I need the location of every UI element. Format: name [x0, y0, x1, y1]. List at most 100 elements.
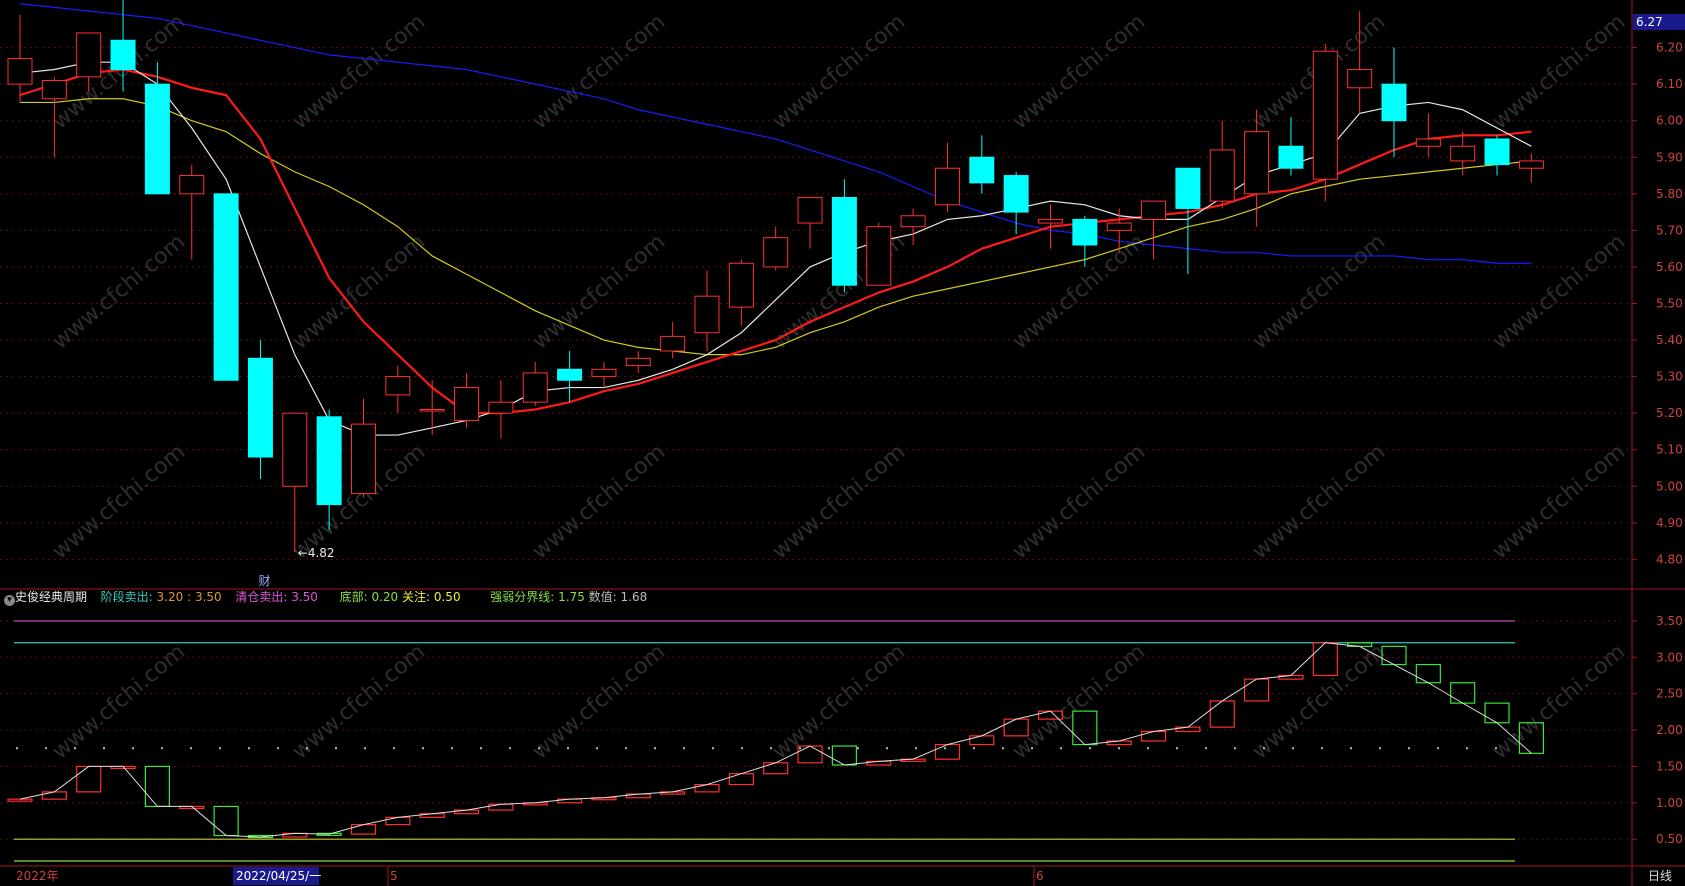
watermark-text: www.cfchi.com — [1008, 439, 1150, 564]
indicator-box-up — [1312, 642, 1338, 677]
indicator-box-up — [350, 824, 377, 835]
watermark-text: www.cfchi.com — [1008, 9, 1150, 134]
candle-body-up — [419, 408, 445, 412]
divider-dot — [422, 747, 424, 750]
divider-dot — [1466, 747, 1468, 750]
divider-dot — [509, 747, 511, 750]
candle-body-down — [1381, 83, 1407, 122]
divider-dot — [683, 747, 685, 750]
divider-dot — [712, 747, 714, 750]
watermark-text: www.cfchi.com — [48, 229, 190, 354]
watch-value: 0.50 — [433, 590, 461, 604]
watermark-text: www.cfchi.com — [1488, 229, 1630, 354]
price-tick-label: 5.40 — [1656, 333, 1683, 347]
watermark-text: www.cfchi.com — [1488, 9, 1630, 134]
indicator-box-down — [1450, 682, 1476, 704]
candle-body-up — [1312, 50, 1338, 180]
candle-body-up — [282, 412, 308, 487]
indicator-box-down — [213, 805, 239, 837]
price-tick-label: 5.70 — [1656, 223, 1683, 237]
divider-dot — [248, 747, 250, 750]
candle-body-up — [934, 167, 960, 206]
divider-dot — [1176, 747, 1178, 750]
candle-body-up — [454, 387, 480, 421]
period-label[interactable]: 日线 — [1648, 869, 1672, 883]
indicator-box-up — [7, 798, 33, 802]
divider-dot — [480, 747, 482, 750]
divider-dot — [451, 747, 453, 750]
price-tick-label: 5.50 — [1656, 296, 1683, 310]
divider-dot — [857, 747, 859, 750]
ma-blue-line — [19, 3, 1532, 264]
time-label-may: 5 — [390, 869, 398, 883]
indicator-menu-icon[interactable]: ▾ — [4, 595, 15, 606]
divider-dot — [1495, 747, 1497, 750]
indicator-box-down — [144, 765, 170, 808]
indicator-box-up — [1209, 700, 1235, 728]
price-tick-label: 6.10 — [1656, 77, 1683, 91]
watch-label: 关注: — [401, 590, 431, 604]
indicator-box-down — [1484, 702, 1510, 724]
divider-dot — [335, 747, 337, 750]
candle-body-up — [385, 376, 411, 396]
indicator-box-up — [934, 743, 961, 760]
divider-dot — [277, 747, 279, 750]
candle-body-up — [522, 372, 548, 403]
watermark-text: www.cfchi.com — [1248, 229, 1390, 354]
divider-dot — [1089, 747, 1091, 750]
divider-dot — [190, 747, 192, 750]
price-tick-label: 5.10 — [1656, 443, 1683, 457]
indicator-tick-label: 3.50 — [1656, 614, 1683, 628]
divider-dot — [625, 747, 627, 750]
time-axis: 2022年 2022/04/25/一 5 6 日线 — [16, 866, 1672, 886]
candle-body-down — [213, 193, 239, 381]
candle-body-up — [1450, 145, 1476, 162]
current-price-value: 6.27 — [1636, 15, 1663, 29]
indicator-tick-label: 2.50 — [1656, 687, 1683, 701]
candle-body-up — [1244, 131, 1270, 195]
divider-dot — [1321, 747, 1323, 750]
indicator-box-down — [831, 745, 858, 766]
data-label: 数值: — [588, 590, 617, 604]
candle-body-down — [1175, 167, 1201, 209]
indicator-box-up — [76, 765, 102, 793]
candle-body-down — [144, 83, 170, 195]
price-tick-label: 5.00 — [1656, 479, 1683, 493]
divider-dot — [1408, 747, 1410, 750]
candle-body-up — [591, 368, 617, 378]
watermark-text: www.cfchi.com — [48, 439, 190, 564]
indicator-box-up — [1140, 730, 1167, 742]
divider-dot — [1002, 747, 1004, 750]
divider-value: 1.75 — [558, 590, 585, 604]
watermark-text: www.cfchi.com — [768, 439, 910, 564]
candle-body-up — [351, 423, 376, 495]
candle-body-up — [694, 295, 720, 334]
divider-dot — [944, 747, 946, 750]
candle-body-up — [728, 262, 754, 308]
candle-body-down — [1484, 138, 1510, 166]
divider-dot — [538, 747, 540, 750]
watermark-text: www.cfchi.com — [1008, 639, 1150, 764]
stock-chart[interactable]: www.cfchi.com www.cfchi.com www.cfchi.com w… — [0, 0, 1685, 886]
indicator-box-up — [728, 773, 754, 786]
divider-dot — [1263, 747, 1265, 750]
divider-dot — [915, 747, 917, 750]
indicator-tick-label: 1.00 — [1656, 796, 1683, 810]
indicator-box-up — [969, 735, 995, 746]
candle-body-down — [1072, 218, 1098, 246]
candle-body-down — [557, 368, 583, 381]
watermark-text: www.cfchi.com — [1008, 229, 1150, 354]
price-tick-label: 4.90 — [1656, 516, 1683, 530]
divider-dot — [103, 747, 105, 750]
candle-body-up — [660, 335, 686, 352]
candle-body-up — [625, 357, 651, 367]
indicator-name[interactable]: 史俊经典周期 — [15, 590, 87, 604]
bottom-value: 0.20 — [371, 590, 399, 604]
watermark-text: www.cfchi.com — [768, 9, 910, 134]
divider-dot — [1437, 747, 1439, 750]
low-annotation: ←4.82 — [298, 546, 335, 560]
divider-dot — [16, 747, 18, 750]
divider-dot — [741, 747, 743, 750]
divider-dot — [596, 747, 598, 750]
clear-sell-value: 3.50 — [291, 590, 318, 604]
